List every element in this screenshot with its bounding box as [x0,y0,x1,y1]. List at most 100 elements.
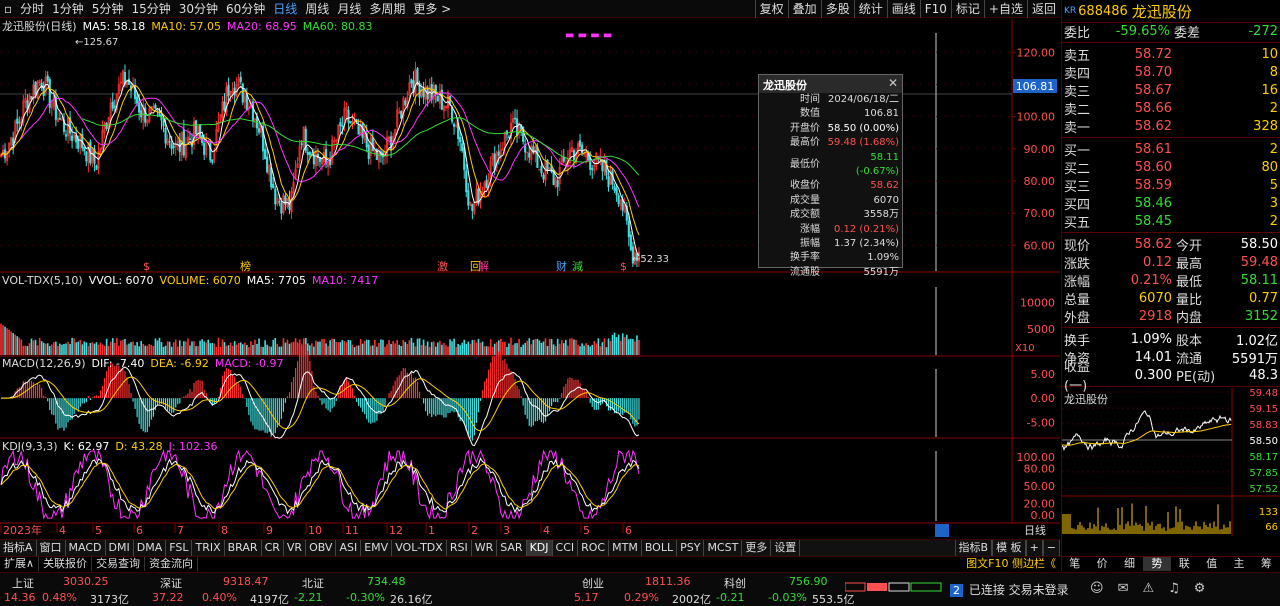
candle-body [278,201,281,203]
index-name[interactable]: 科创 [724,575,746,591]
indicator-tab-1[interactable]: 窗口 [37,540,66,556]
subtab-2[interactable]: 交易查询 [92,557,146,571]
intraday-mini-chart[interactable]: 59.48 59.15 58.83 58.50 58.17 57.85 57.52 133 66 [1062,388,1280,538]
subtab-3[interactable]: 资金流向 [145,557,199,571]
indicator-tab-7[interactable]: BRAR [225,540,262,556]
indicator-tab-16[interactable]: SAR [497,540,527,556]
timeframe-3[interactable]: 15分钟 [127,0,174,18]
indicator-tab-4[interactable]: DMA [134,540,167,556]
kline-chart[interactable]: 120.00110.00100.0090.0080.0070.0060.0010… [0,19,1060,541]
quote-tab-7[interactable]: 筹 [1253,557,1280,571]
quote-tab-1[interactable]: 价 [1088,557,1115,571]
bar-info-popup[interactable]: 龙迅股份 ✕ 时间 2024/06/18/二 数值 106.81 开盘价 58.50 (0… [758,74,903,278]
indicator-tab-0[interactable]: 指标A [0,540,37,556]
indicator-tab-24[interactable]: 更多 [742,540,772,556]
timeframe-1[interactable]: 1分钟 [48,0,88,18]
asks-row[interactable]: 卖三 58.67 16 [1062,81,1280,100]
indicator-tab-18[interactable]: CCI [553,540,579,556]
quote-tab-2[interactable]: 细 [1116,557,1143,571]
indicator-tab-21[interactable]: BOLL [642,540,678,556]
chat-icon[interactable]: ✉ [1118,581,1129,596]
tool-button-2[interactable]: 多股 [820,0,854,18]
quote-tab-4[interactable]: 联 [1171,557,1198,571]
tab-right-2[interactable]: + [1025,540,1043,556]
volume-bar [477,338,480,355]
indicator-tab-25[interactable]: 设置 [771,540,801,556]
indicator-tab-22[interactable]: PSY [677,540,705,556]
toolbar-menu-icon[interactable]: ▫ [0,0,16,18]
subtab-1[interactable]: 关联报价 [39,557,93,571]
close-icon[interactable]: ✕ [888,76,898,90]
indicator-tab-19[interactable]: ROC [578,540,610,556]
bids-row[interactable]: 买五 58.45 2 [1062,212,1280,231]
asks-row[interactable]: 卖四 58.70 8 [1062,63,1280,82]
quote-tab-5[interactable]: 值 [1198,557,1225,571]
index-name[interactable]: 深证 [160,575,182,591]
info-row: 成交额 3558万 [759,208,902,222]
indicator-tab-8[interactable]: CR [262,540,284,556]
tool-button-7[interactable]: +自选 [983,0,1027,18]
indicator-tab-11[interactable]: ASI [336,540,362,556]
timeframe-5[interactable]: 60分钟 [222,0,269,18]
connection-status[interactable]: 2 已连接 交易未登录 [950,581,1069,598]
asks-row[interactable]: 卖一 58.62 328 [1062,117,1280,136]
indicator-tab-17[interactable]: KDJ [526,540,553,556]
index-name[interactable]: 北证 [302,575,324,591]
timeframe-6[interactable]: 日线 [269,0,301,18]
stat-value: 3152 [1244,308,1278,324]
subtab-0[interactable]: 扩展∧ [0,557,40,571]
volume-bar [329,340,331,355]
indicator-tab-14[interactable]: RSI [447,540,472,556]
settings-icon[interactable]: ⚙ [1194,581,1206,596]
volume-bar [156,340,159,355]
asks-row[interactable]: 卖五 58.72 10 [1062,45,1280,64]
bids-row[interactable]: 买二 58.60 80 [1062,158,1280,177]
bids-row[interactable]: 买一 58.61 2 [1062,140,1280,159]
quote-tab-3[interactable]: 势 [1143,557,1171,571]
timeframe-9[interactable]: 多周期 [365,0,409,18]
bids-row[interactable]: 买四 58.46 3 [1062,194,1280,213]
f10-sidebar-link[interactable]: 图文F10 侧边栏《 [962,557,1060,571]
tool-button-1[interactable]: 叠加 [787,0,821,18]
tool-button-4[interactable]: 画线 [886,0,920,18]
indicator-tab-23[interactable]: MCST [704,540,743,556]
indicator-tab-15[interactable]: WR [472,540,498,556]
indicator-tab-13[interactable]: VOL-TDX [392,540,447,556]
quote-tab-6[interactable]: 主 [1225,557,1252,571]
timeframe-0[interactable]: 分时 [16,0,48,18]
tab-right-0[interactable]: 指标B [954,540,993,556]
volume-bar [369,345,372,355]
event-marker: $ [143,260,150,273]
bids-row[interactable]: 买三 58.59 5 [1062,176,1280,195]
index-name[interactable]: 创业 [582,575,604,591]
quote-tab-0[interactable]: 笔 [1061,557,1088,571]
tab-right-3[interactable]: − [1042,540,1060,556]
indicator-tab-6[interactable]: TRIX [192,540,225,556]
tool-button-5[interactable]: F10 [919,0,951,18]
timeframe-7[interactable]: 周线 [301,0,333,18]
user-icon[interactable]: ☺ [1090,581,1104,596]
timeframe-10[interactable]: 更多 > [409,0,455,18]
asks-row[interactable]: 卖二 58.66 2 [1062,99,1280,118]
indicator-tab-20[interactable]: MTM [609,540,642,556]
indicator-tab-3[interactable]: DMI [106,540,134,556]
timeframe-2[interactable]: 5分钟 [88,0,128,18]
warning-icon[interactable]: ⚠ [1142,581,1154,596]
indicator-tab-9[interactable]: VR [284,540,307,556]
tool-button-3[interactable]: 统计 [853,0,887,18]
tool-button-6[interactable]: 标记 [950,0,984,18]
indicator-tab-12[interactable]: EMV [361,540,393,556]
macd-tick-label: -5.00 [1027,416,1055,429]
timeframe-8[interactable]: 月线 [333,0,365,18]
info-row: 流通股 5591万 [759,266,902,280]
index-name[interactable]: 上证 [12,575,34,591]
timeframe-4[interactable]: 30分钟 [175,0,222,18]
indicator-tab-10[interactable]: OBV [306,540,337,556]
tool-button-0[interactable]: 复权 [754,0,788,18]
tool-button-8[interactable]: 返回 [1026,0,1060,18]
indicator-tab-2[interactable]: MACD [66,540,106,556]
tab-right-1[interactable]: 模 板 [992,540,1026,556]
trade-login-label[interactable]: 交易未登录 [1009,583,1069,597]
indicator-tab-5[interactable]: FSL [166,540,193,556]
bell-icon[interactable]: ♫ [1168,581,1180,596]
